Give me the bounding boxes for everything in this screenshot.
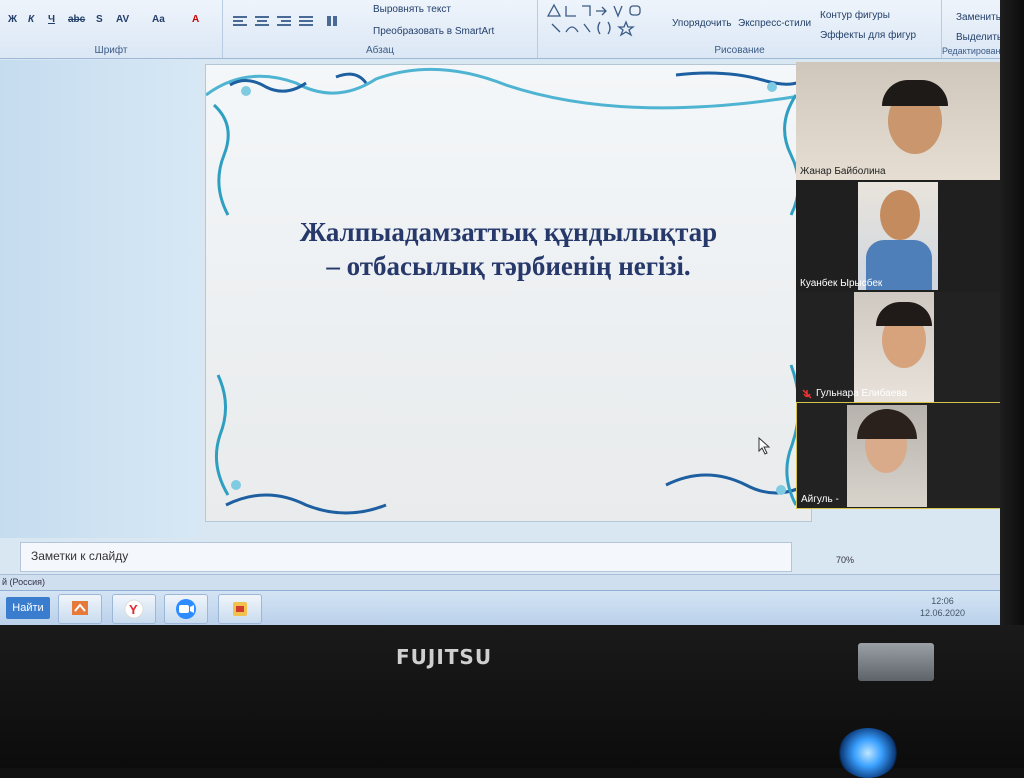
underline-button[interactable]: Ч	[48, 14, 55, 25]
ribbon: Ж К Ч abc S AV Aa A Шрифт Выровнять текс…	[0, 0, 1000, 59]
italic-button[interactable]: К	[28, 14, 34, 25]
participant-name: Куанбек Ырысбек	[800, 278, 883, 289]
shadow-button[interactable]: S	[96, 14, 103, 25]
shape-outline-button[interactable]: Контур фигуры	[820, 10, 890, 21]
bezel-right	[1000, 0, 1024, 625]
editing-group: Заменить Выделить Редактирование	[942, 0, 1000, 58]
participant-face	[880, 190, 920, 240]
align-text-button[interactable]: Выровнять текст	[373, 4, 451, 15]
bold-button[interactable]: Ж	[8, 14, 17, 25]
font-group-label: Шрифт	[94, 45, 128, 56]
drawing-group-label: Рисование	[714, 45, 765, 56]
monitor-bezel: FUJITSU	[0, 625, 1024, 778]
participant-name: Гульнара Елибаева	[816, 388, 908, 399]
taskbar-app-zoom[interactable]	[164, 594, 208, 624]
replace-button[interactable]: Заменить	[956, 12, 1000, 23]
bezel-latch	[858, 643, 934, 681]
paragraph-group-label: Абзац	[365, 45, 395, 56]
clock-date: 12.06.2020	[920, 608, 966, 618]
drawing-group: Упорядочить Экспресс-стили Контур фигуры…	[538, 0, 942, 58]
yandex-browser-icon: Y	[124, 599, 144, 619]
presentation-icon	[72, 601, 88, 615]
zoom-level[interactable]: 70%	[836, 555, 854, 565]
participant-tile-active[interactable]: Айгуль -	[796, 402, 1000, 509]
select-button[interactable]: Выделить	[956, 32, 1000, 43]
laptop-screen: Ж К Ч abc S AV Aa A Шрифт Выровнять текс…	[0, 0, 1000, 625]
taskbar-app-powerpoint[interactable]	[58, 594, 102, 624]
slide-canvas[interactable]: Жалпыадамзаттық құндылықтар – отбасылық …	[205, 64, 812, 522]
shapes-gallery[interactable]	[544, 2, 664, 38]
participant-name: Айгуль -	[801, 494, 839, 505]
taskbar-app-other[interactable]	[218, 594, 262, 624]
taskbar: Найти Y 12:06 12.06.2020	[0, 590, 1000, 625]
video-participants-panel: Жанар Байболина Куанбек Ырысбек Гульнара…	[796, 62, 1000, 509]
notes-placeholder: Заметки к слайду	[31, 549, 129, 563]
zoom-camera-icon	[176, 599, 196, 619]
quick-styles-button[interactable]: Экспресс-стили	[738, 18, 811, 29]
slide-title-line2: – отбасылық тәрбиенің негізі.	[326, 251, 691, 281]
brand-logo: FUJITSU	[396, 645, 493, 669]
arrange-button[interactable]: Упорядочить	[672, 18, 732, 29]
participant-tile[interactable]: Куанбек Ырысбек	[796, 180, 1000, 292]
power-led-icon	[838, 728, 898, 778]
shapes-icon	[546, 3, 641, 37]
shape-effects-button[interactable]: Эффекты для фигур	[820, 30, 916, 41]
participant-tile[interactable]: Гульнара Елибаева	[796, 292, 1000, 402]
char-spacing-button[interactable]: AV	[116, 14, 129, 25]
taskbar-app-yandex[interactable]: Y	[112, 594, 156, 624]
search-button[interactable]: Найти	[6, 597, 50, 619]
app-icon	[233, 602, 247, 616]
slide-thumbnail-pane	[0, 60, 200, 538]
system-clock[interactable]: 12:06 12.06.2020	[920, 595, 965, 619]
slide-title-line1: Жалпыадамзаттық құндылықтар	[299, 217, 718, 247]
paragraph-group: Выровнять текст Преобразовать в SmartArt…	[223, 0, 538, 58]
ornament-border	[206, 67, 808, 515]
mouse-cursor-icon	[758, 437, 771, 455]
slide-title[interactable]: Жалпыадамзаттық құндылықтар – отбасылық …	[206, 215, 811, 283]
notes-pane[interactable]: Заметки к слайду	[20, 542, 792, 572]
participant-name: Жанар Байболина	[800, 166, 886, 177]
svg-text:Y: Y	[129, 602, 138, 617]
participant-tile[interactable]: Жанар Байболина	[796, 62, 1000, 180]
change-case-button[interactable]: Aa	[152, 14, 165, 25]
strikethrough-button[interactable]: abc	[68, 14, 85, 25]
language-indicator[interactable]: й (Россия)	[2, 577, 45, 587]
editing-group-label: Редактирование	[942, 46, 1000, 56]
hair-shape	[882, 80, 948, 106]
convert-smartart-button[interactable]: Преобразовать в SmartArt	[373, 26, 494, 37]
status-bar: й (Россия)	[0, 574, 1000, 591]
font-group: Ж К Ч abc S AV Aa A Шрифт	[0, 0, 223, 58]
clock-time: 12:06	[931, 596, 954, 606]
font-color-button[interactable]: A	[192, 14, 199, 25]
align-buttons[interactable]	[231, 14, 361, 28]
muted-mic-icon	[802, 389, 812, 399]
align-icons	[233, 16, 337, 26]
